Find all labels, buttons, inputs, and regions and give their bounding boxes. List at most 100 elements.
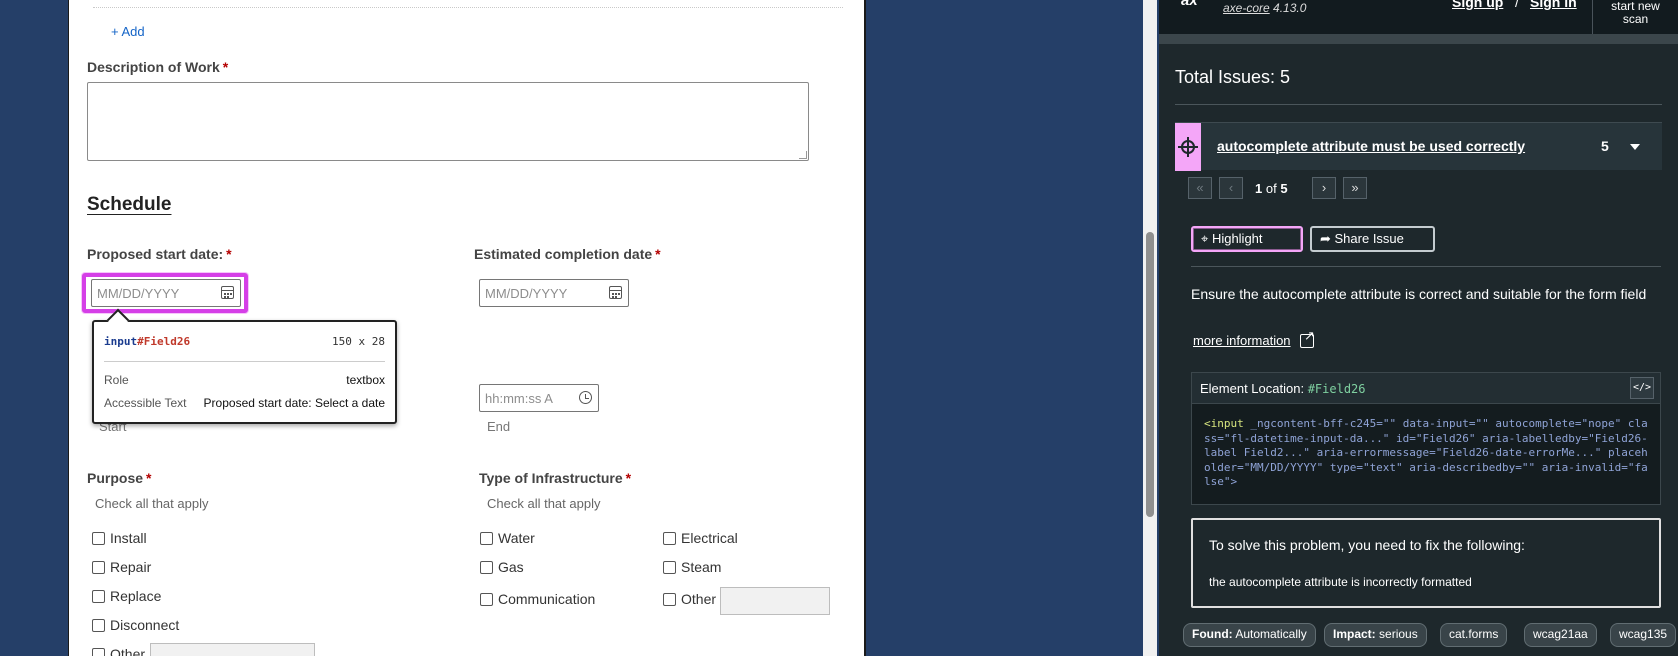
axe-product-link[interactable]: axe-core [1223, 1, 1270, 15]
element-location-text: Element Location: [1200, 381, 1305, 396]
sign-up-link[interactable]: Sign up [1452, 0, 1503, 10]
end-caption: End [487, 419, 511, 434]
chevron-down-icon[interactable] [1630, 144, 1640, 150]
axe-version: axe-core 4.13.0 [1223, 1, 1306, 15]
checkbox-box[interactable] [92, 589, 105, 603]
element-inspector-tooltip: input#Field26 150 x 28 Role textbox Acce… [92, 308, 397, 424]
description-textarea[interactable] [87, 82, 809, 161]
checkbox-box[interactable] [480, 531, 493, 545]
panel-divider [1175, 104, 1662, 105]
tag-category: cat.forms [1440, 623, 1508, 647]
start-date-input[interactable]: MM/DD/YYYY [91, 279, 241, 307]
issue-icon-box [1175, 123, 1201, 171]
axe-header: ax axe-core 4.13.0 Sign up / Sign in sta… [1159, 0, 1678, 34]
calendar-icon[interactable] [609, 286, 622, 299]
checkbox-box[interactable] [480, 592, 493, 606]
completion-date-input[interactable]: MM/DD/YYYY [479, 279, 629, 307]
purpose-other-input[interactable] [150, 643, 315, 656]
first-page-button[interactable]: « [1188, 177, 1212, 199]
checkbox-communication[interactable]: Communication [480, 591, 595, 607]
description-label-text: Description of Work [87, 59, 220, 75]
external-link-icon[interactable] [1300, 328, 1315, 348]
tooltip-name-label: Accessible Text [104, 396, 187, 410]
axe-devtools-panel: ax axe-core 4.13.0 Sign up / Sign in sta… [1159, 0, 1678, 656]
calendar-icon[interactable] [221, 286, 234, 299]
checkbox-infra-other[interactable]: Other [663, 591, 716, 607]
element-location-selector: #Field26 [1307, 382, 1366, 396]
pager-total: 5 [1280, 181, 1288, 196]
tag-value: wcag135 [1619, 627, 1668, 641]
checkbox-install[interactable]: Install [92, 530, 147, 546]
prev-page-button[interactable]: ‹ [1219, 177, 1243, 199]
checkbox-box[interactable] [92, 531, 105, 545]
add-link[interactable]: + Add [111, 24, 145, 39]
checkbox-water[interactable]: Water [480, 530, 535, 546]
fix-heading: To solve this problem, you need to fix t… [1209, 537, 1525, 553]
last-page-button[interactable]: » [1343, 177, 1367, 199]
end-time-input[interactable]: hh:mm:ss A [479, 384, 599, 412]
start-new-scan-button[interactable]: start new scan [1592, 0, 1678, 34]
checkbox-box[interactable] [480, 560, 493, 574]
page-scrollbar[interactable] [1143, 0, 1157, 656]
checkbox-replace[interactable]: Replace [92, 588, 161, 604]
crosshair-icon [1178, 137, 1198, 157]
required-mark: * [226, 246, 232, 262]
fix-instructions-box: To solve this problem, you need to fix t… [1191, 518, 1661, 608]
completion-date-placeholder: MM/DD/YYYY [485, 286, 568, 301]
checkbox-box[interactable] [663, 592, 676, 606]
resize-grip-icon[interactable] [799, 151, 807, 159]
start-date-placeholder: MM/DD/YYYY [97, 286, 180, 301]
checkbox-box[interactable] [92, 618, 105, 632]
checkbox-label: Other [110, 646, 146, 656]
checkbox-purpose-other[interactable]: Other [92, 646, 145, 656]
checkbox-label: Gas [498, 559, 524, 575]
issue-title[interactable]: autocomplete attribute must be used corr… [1217, 138, 1525, 154]
tooltip-role-value: textbox [346, 373, 385, 387]
pager-of: of [1265, 181, 1277, 196]
code-toggle-icon[interactable]: </> [1630, 377, 1654, 399]
checkbox-gas[interactable]: Gas [480, 559, 524, 575]
checkbox-steam[interactable]: Steam [663, 559, 721, 575]
clock-icon[interactable] [579, 391, 592, 404]
section-divider [93, 7, 843, 8]
issue-accordion-header[interactable]: autocomplete attribute must be used corr… [1175, 122, 1662, 171]
element-source-code: <input _ngcontent-bff-c245="" data-input… [1204, 417, 1654, 490]
infra-other-input[interactable] [720, 587, 830, 615]
required-mark: * [655, 246, 661, 262]
issue-count: 5 [1601, 138, 1609, 154]
infra-hint: Check all that apply [487, 496, 601, 511]
checkbox-box[interactable] [92, 647, 105, 656]
checkbox-electrical[interactable]: Electrical [663, 530, 738, 546]
infra-label-text: Type of Infrastructure [479, 470, 623, 486]
scrollbar-thumb[interactable] [1146, 232, 1154, 517]
next-page-button[interactable]: › [1312, 177, 1336, 199]
checkbox-label: Electrical [681, 530, 738, 546]
share-label: Share Issue [1334, 231, 1404, 246]
checkbox-box[interactable] [92, 560, 105, 574]
checkbox-disconnect[interactable]: Disconnect [92, 617, 179, 633]
tag-value: cat.forms [1449, 627, 1499, 641]
checkbox-box[interactable] [663, 560, 676, 574]
tag-wcag135: wcag135 [1610, 623, 1677, 647]
share-issue-button[interactable]: ➦ Share Issue [1310, 226, 1435, 252]
checkbox-label: Water [498, 530, 535, 546]
tag-value: wcag21aa [1533, 627, 1588, 641]
highlight-label: Highlight [1211, 231, 1263, 246]
more-information-link[interactable]: more information [1193, 333, 1291, 348]
tag-key: Impact: [1333, 627, 1376, 641]
highlight-button[interactable]: ⌖ Highlight [1191, 226, 1303, 252]
axe-logo: ax [1181, 0, 1198, 9]
start-date-label: Proposed start date: * [87, 246, 232, 262]
purpose-label: Purpose * [87, 470, 151, 486]
tooltip-selector: input#Field26 [104, 335, 190, 348]
checkbox-label: Steam [681, 559, 722, 575]
sign-in-link[interactable]: Sign in [1530, 0, 1577, 10]
tooltip-divider [104, 361, 385, 362]
checkbox-repair[interactable]: Repair [92, 559, 151, 575]
axe-version-number: 4.13.0 [1273, 1, 1307, 15]
checkbox-label: Repair [110, 559, 152, 575]
completion-date-label-text: Estimated completion date [474, 246, 653, 262]
checkbox-box[interactable] [663, 531, 676, 545]
code-attributes: _ngcontent-bff-c245="" data-input="" aut… [1204, 417, 1648, 488]
description-label: Description of Work * [87, 59, 228, 75]
